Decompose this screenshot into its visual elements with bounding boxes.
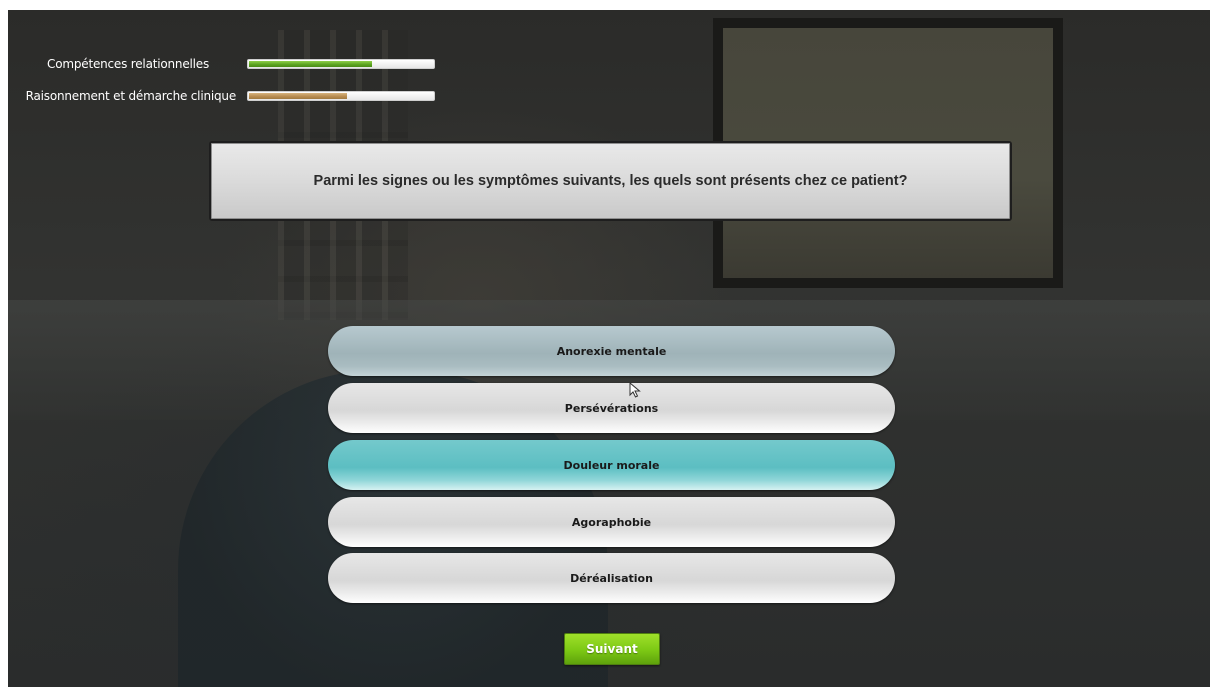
skill-progress-fill [249, 93, 348, 99]
mouse-pointer-icon [629, 382, 641, 398]
answer-option-label: Déréalisation [570, 571, 653, 585]
next-button-label: Suivant [586, 642, 638, 656]
game-scene: Compétences relationnelles Raisonnement … [8, 10, 1210, 687]
answer-option[interactable]: Agoraphobie [328, 497, 895, 547]
skill-progress-track [247, 91, 435, 101]
answer-option[interactable]: Anorexie mentale [328, 326, 895, 376]
skill-progress-track [247, 59, 435, 69]
answer-option-label: Douleur morale [563, 458, 660, 472]
skill-label: Raisonnement et démarche clinique [25, 89, 237, 103]
skill-row-relational: Compétences relationnelles [8, 57, 442, 73]
skill-label: Compétences relationnelles [47, 57, 209, 71]
question-text: Parmi les signes ou les symptômes suivan… [313, 173, 908, 189]
answer-option[interactable]: Persévérations [328, 383, 895, 433]
next-button[interactable]: Suivant [564, 633, 660, 665]
answer-option-label: Agoraphobie [571, 515, 652, 529]
skill-progress-fill [249, 61, 372, 67]
answer-option-label: Persévérations [564, 401, 659, 415]
answer-option[interactable]: Déréalisation [328, 553, 895, 603]
answer-option-label: Anorexie mentale [556, 344, 667, 358]
question-panel: Parmi les signes ou les symptômes suivan… [209, 141, 1012, 221]
skill-row-clinical: Raisonnement et démarche clinique [8, 89, 442, 105]
answer-option[interactable]: Douleur morale [328, 440, 895, 490]
